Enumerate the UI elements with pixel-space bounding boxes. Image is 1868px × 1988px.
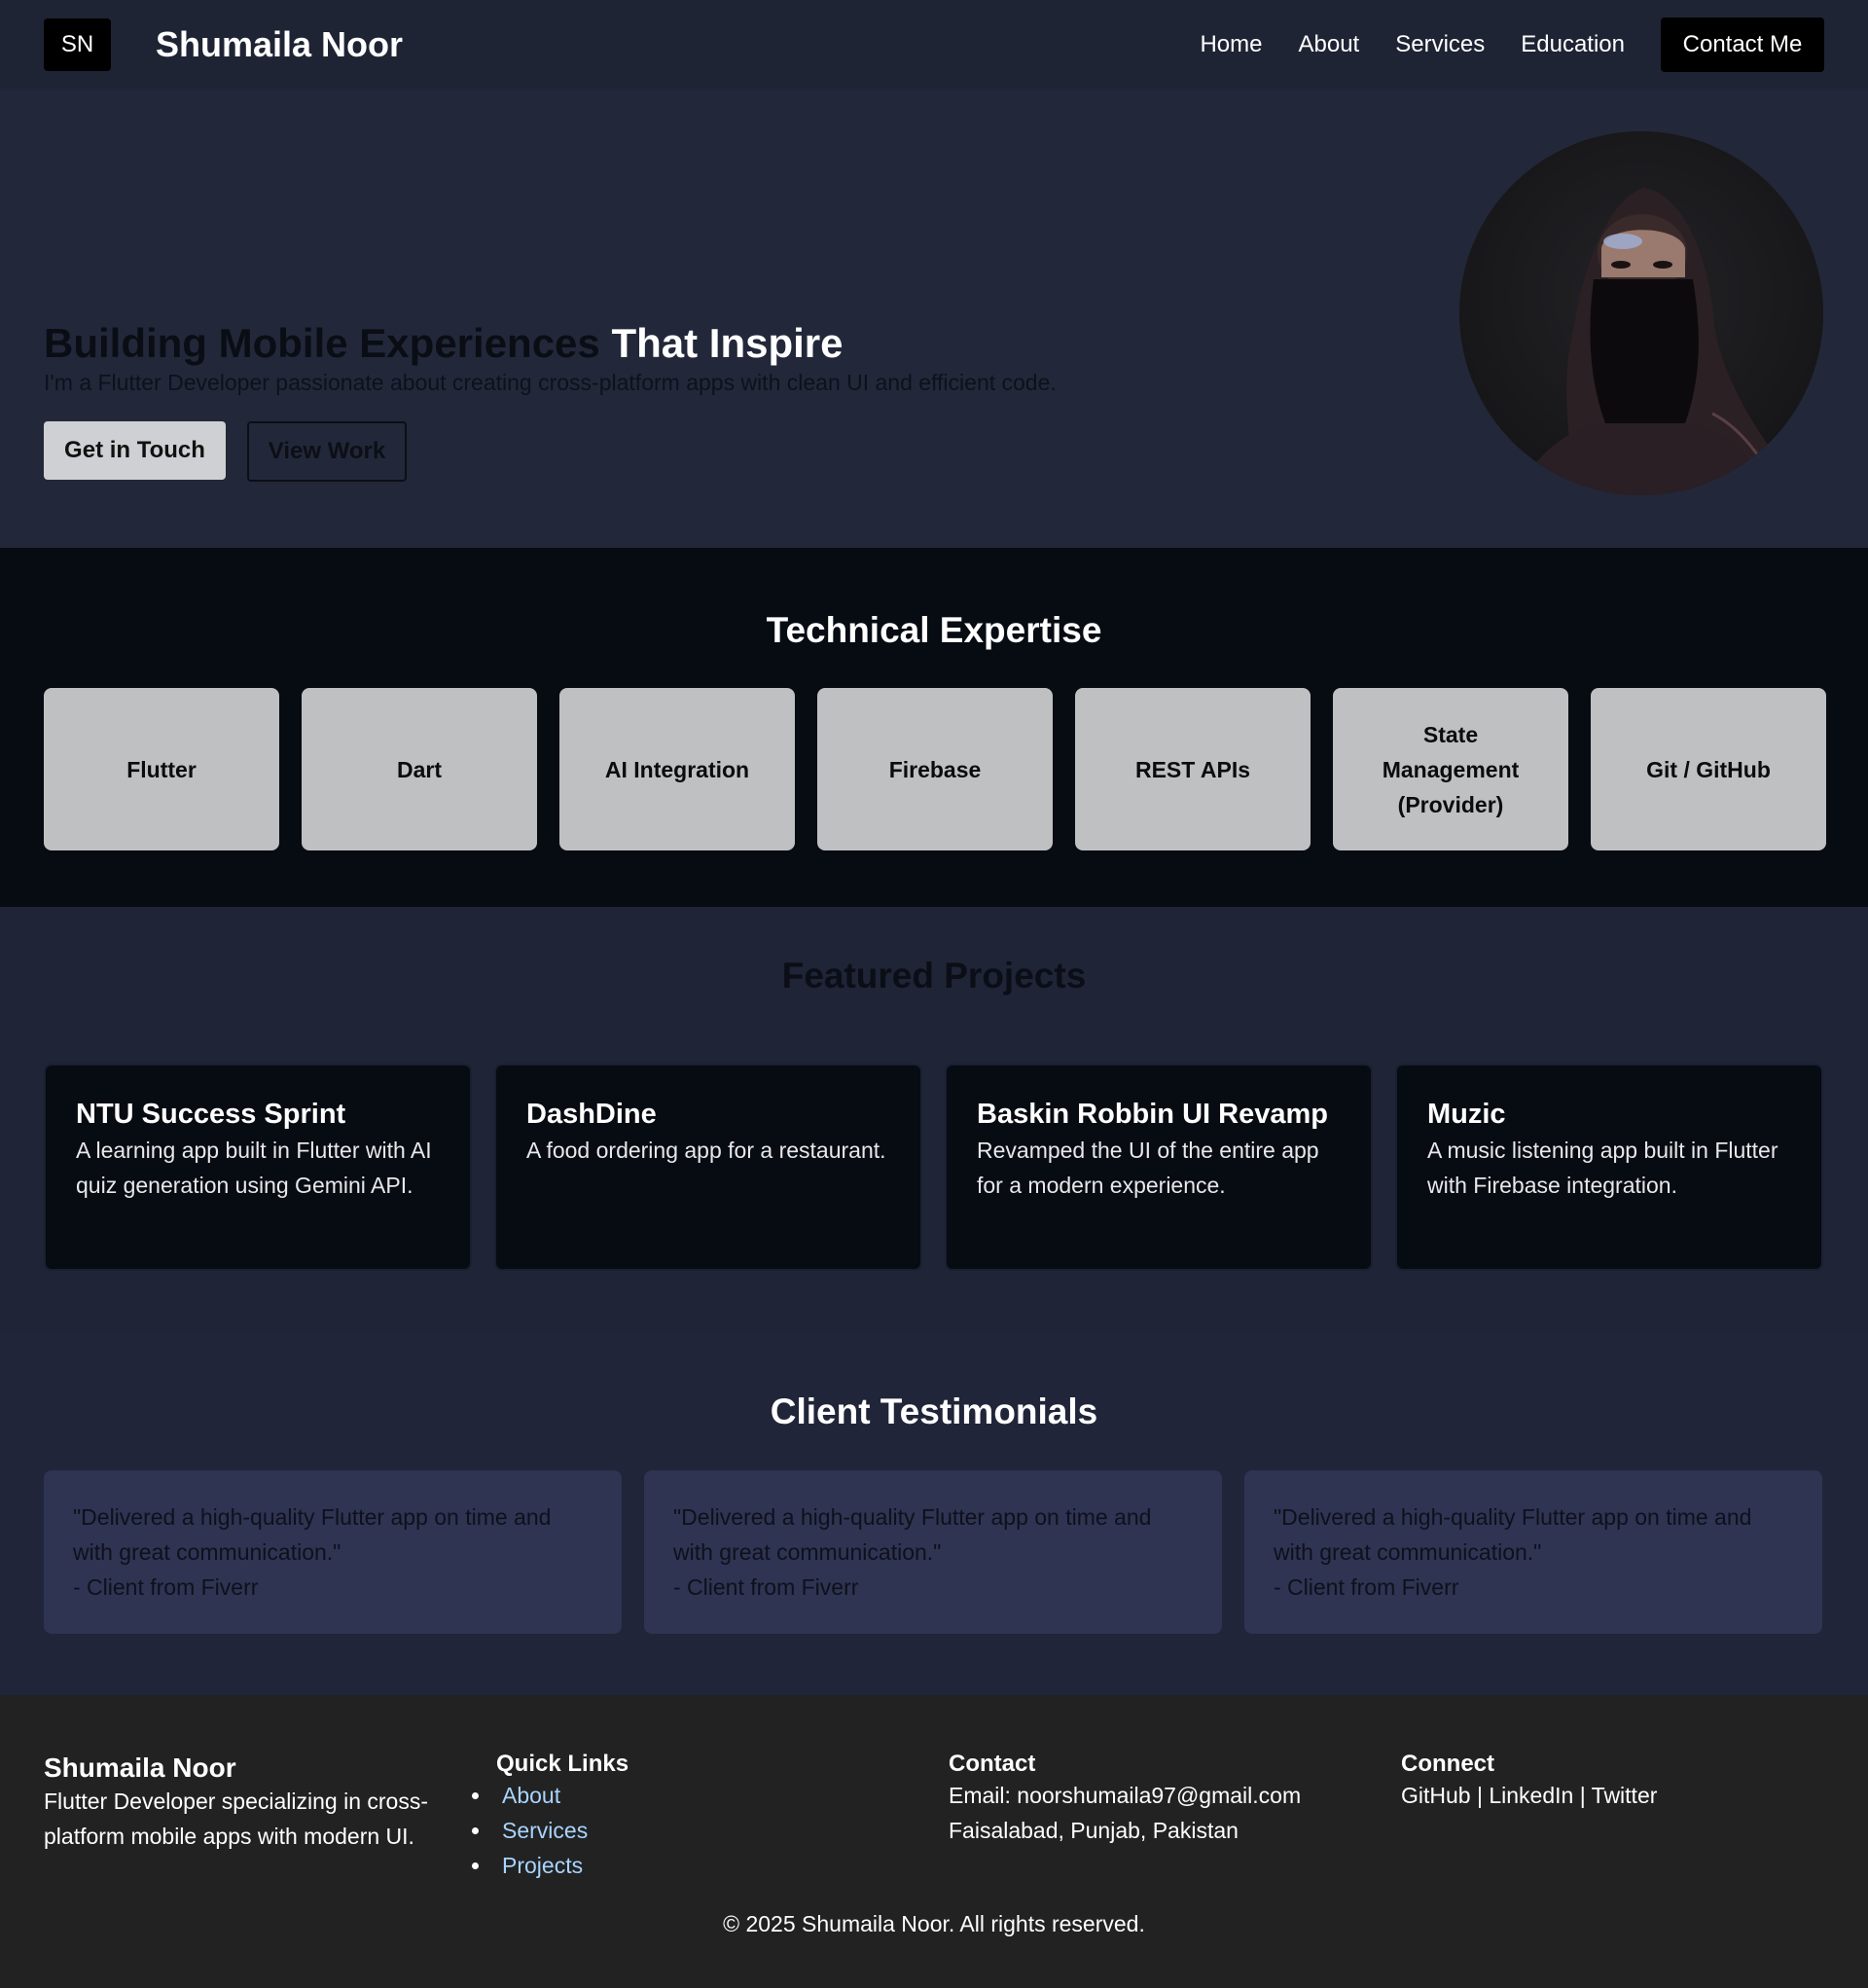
project-description: A music listening app built in Flutter w…	[1427, 1138, 1778, 1198]
footer-link-about[interactable]: About	[472, 1778, 629, 1813]
linkedin-link[interactable]: LinkedIn	[1489, 1783, 1573, 1808]
contact-location: Faisalabad, Punjab, Pakistan	[949, 1818, 1239, 1843]
hero-text: Building Mobile Experiences That Inspire…	[44, 319, 1057, 482]
social-separator: |	[1470, 1783, 1490, 1808]
skill-card: Flutter	[44, 688, 279, 850]
hero-subtitle: I'm a Flutter Developer passionate about…	[44, 370, 1057, 395]
logo-badge[interactable]: SN	[44, 18, 111, 71]
social-separator: |	[1573, 1783, 1592, 1808]
footer-quick-links: Quick Links About Services Projects	[496, 1751, 629, 1883]
nav-link-home[interactable]: Home	[1200, 31, 1262, 58]
project-title: Baskin Robbin UI Revamp	[977, 1099, 1328, 1130]
testimonial-quote: "Delivered a high-quality Flutter app on…	[73, 1504, 552, 1565]
quick-links-heading: Quick Links	[496, 1751, 629, 1777]
testimonial-author: - Client from Fiverr	[73, 1574, 259, 1600]
quick-links-list: About Services Projects	[495, 1778, 629, 1883]
testimonial-author: - Client from Fiverr	[1274, 1574, 1459, 1600]
testimonial-card: "Delivered a high-quality Flutter app on…	[44, 1470, 622, 1634]
client-testimonials-title: Client Testimonials	[770, 1392, 1098, 1431]
footer-about: Shumaila Noor Flutter Developer speciali…	[44, 1751, 462, 1854]
project-title: Muzic	[1427, 1099, 1506, 1130]
profile-photo-illustration	[1459, 131, 1823, 495]
copyright: © 2025 Shumaila Noor. All rights reserve…	[723, 1911, 1145, 1936]
testimonial-list: "Delivered a high-quality Flutter app on…	[44, 1470, 1822, 1634]
brand-name[interactable]: Shumaila Noor	[156, 24, 403, 65]
testimonial-author: - Client from Fiverr	[673, 1574, 859, 1600]
contact-me-button[interactable]: Contact Me	[1661, 17, 1824, 72]
testimonial-card: "Delivered a high-quality Flutter app on…	[644, 1470, 1222, 1634]
social-links: GitHub | LinkedIn | Twitter	[1401, 1778, 1657, 1813]
project-description: A food ordering app for a restaurant.	[526, 1138, 886, 1163]
hero-title-light: That Inspire	[611, 320, 844, 366]
project-card[interactable]: Muzic A music listening app built in Flu…	[1395, 1064, 1823, 1271]
client-testimonials-section: Client Testimonials "Delivered a high-qu…	[0, 1331, 1868, 1695]
footer-link-projects[interactable]: Projects	[472, 1848, 629, 1883]
profile-photo	[1459, 131, 1823, 495]
footer-contact: Contact Email: noorshumaila97@gmail.com …	[949, 1751, 1301, 1848]
skill-card: State Management (Provider)	[1333, 688, 1568, 850]
footer-connect: Connect GitHub | LinkedIn | Twitter	[1401, 1751, 1657, 1813]
technical-expertise-title: Technical Expertise	[766, 610, 1102, 650]
twitter-link[interactable]: Twitter	[1592, 1783, 1658, 1808]
nav-link-education[interactable]: Education	[1521, 31, 1625, 58]
hero-buttons: Get in Touch View Work	[44, 421, 1057, 482]
nav-link-about[interactable]: About	[1299, 31, 1360, 58]
footer-brand: Shumaila Noor	[44, 1753, 236, 1783]
hero-title: Building Mobile Experiences That Inspire	[44, 319, 1057, 368]
testimonial-quote: "Delivered a high-quality Flutter app on…	[673, 1504, 1152, 1565]
github-link[interactable]: GitHub	[1401, 1783, 1471, 1808]
featured-projects-section: Featured Projects NTU Success Sprint A l…	[0, 907, 1868, 1331]
footer: Shumaila Noor Flutter Developer speciali…	[0, 1695, 1868, 1988]
technical-expertise-section: Technical Expertise Flutter Dart AI Inte…	[0, 548, 1868, 907]
footer-link-services[interactable]: Services	[472, 1813, 629, 1848]
skill-card: REST APIs	[1075, 688, 1311, 850]
project-title: NTU Success Sprint	[76, 1099, 346, 1130]
project-description: A learning app built in Flutter with AI …	[76, 1138, 432, 1198]
featured-projects-title: Featured Projects	[781, 956, 1087, 995]
skill-list: Flutter Dart AI Integration Firebase RES…	[44, 688, 1826, 850]
project-description: Revamped the UI of the entire app for a …	[977, 1138, 1319, 1198]
nav-link-services[interactable]: Services	[1395, 31, 1485, 58]
skill-card: Firebase	[817, 688, 1053, 850]
hero-section: Building Mobile Experiences That Inspire…	[0, 89, 1868, 548]
project-title: DashDine	[526, 1099, 657, 1130]
hero-title-dark: Building Mobile Experiences	[44, 320, 600, 366]
contact-email: Email: noorshumaila97@gmail.com	[949, 1783, 1302, 1808]
navbar: SN Shumaila Noor Home About Services Edu…	[0, 0, 1868, 89]
footer-tagline: Flutter Developer specializing in cross-…	[44, 1789, 428, 1849]
get-in-touch-button[interactable]: Get in Touch	[44, 421, 226, 480]
project-card[interactable]: Baskin Robbin UI Revamp Revamped the UI …	[945, 1064, 1373, 1271]
skill-card: Dart	[302, 688, 537, 850]
project-list: NTU Success Sprint A learning app built …	[44, 1064, 1823, 1271]
view-work-button[interactable]: View Work	[247, 421, 407, 482]
testimonial-quote: "Delivered a high-quality Flutter app on…	[1274, 1504, 1752, 1565]
connect-heading: Connect	[1401, 1751, 1494, 1777]
nav-links: Home About Services Education	[1200, 31, 1625, 58]
testimonial-card: "Delivered a high-quality Flutter app on…	[1244, 1470, 1822, 1634]
skill-card: Git / GitHub	[1591, 688, 1826, 850]
contact-heading: Contact	[949, 1751, 1036, 1777]
project-card[interactable]: DashDine A food ordering app for a resta…	[494, 1064, 922, 1271]
project-card[interactable]: NTU Success Sprint A learning app built …	[44, 1064, 472, 1271]
skill-card: AI Integration	[559, 688, 795, 850]
